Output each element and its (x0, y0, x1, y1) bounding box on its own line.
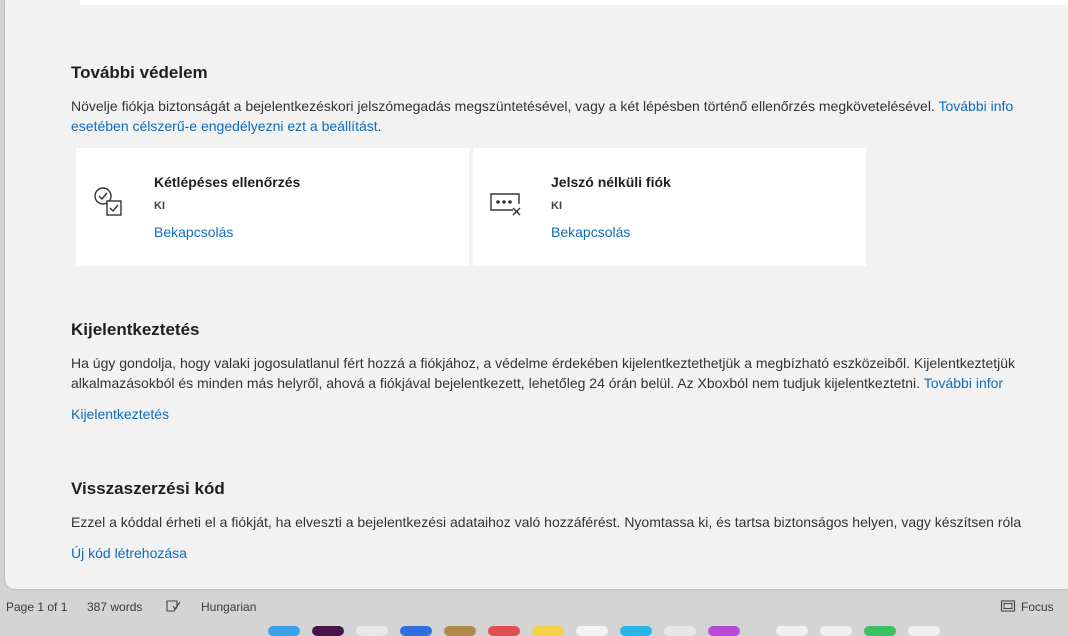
dock-app-icon[interactable] (620, 626, 652, 636)
proofing-icon[interactable] (165, 599, 181, 616)
dock-app-icon[interactable] (488, 626, 520, 636)
sign-out-link[interactable]: Kijelentkeztetés (71, 406, 169, 422)
sign-out-section: Kijelentkeztetés Ha úgy gondolja, hogy v… (71, 320, 1068, 422)
passwordless-icon (490, 193, 521, 216)
description-line-1: Ha úgy gondolja, hogy valaki jogosulatla… (71, 355, 1016, 371)
more-info-link[interactable]: További infor (924, 375, 1003, 391)
page-count[interactable]: Page 1 of 1 (6, 600, 67, 614)
dock-app-icon[interactable] (356, 626, 388, 636)
word-count[interactable]: 387 words (87, 600, 142, 614)
card-title: Kétlépéses ellenőrzés (154, 174, 301, 190)
card-status: KI (551, 200, 562, 212)
dock-app-icon[interactable] (576, 626, 608, 636)
more-info-link-cont[interactable]: esetében célszerű-e engedélyezni ezt a b… (71, 118, 378, 134)
section-title: Kijelentkeztetés (71, 320, 200, 339)
dock-app-icon[interactable] (776, 626, 808, 636)
two-step-verification-card: Kétlépéses ellenőrzés KI Bekapcsolás (76, 148, 469, 266)
previous-section-panel (80, 0, 1068, 5)
section-description: Ha úgy gondolja, hogy valaki jogosulatla… (71, 353, 1068, 393)
section-title: További védelem (71, 63, 208, 82)
language-indicator[interactable]: Hungarian (201, 600, 256, 614)
document-page: További védelem Növelje fiókja biztonság… (5, 0, 1068, 589)
passwordless-account-card: Jelszó nélküli fiók KI Bekapcsolás (473, 148, 866, 266)
generate-new-code-link[interactable]: Új kód létrehozása (71, 545, 187, 561)
dock-app-icon[interactable] (444, 626, 476, 636)
additional-protection-section: További védelem Növelje fiókja biztonság… (71, 63, 1068, 136)
section-title: Visszaszerzési kód (71, 479, 225, 498)
description-line-1: Ezzel a kóddal érheti el a fiókját, ha e… (71, 514, 1022, 530)
dock-app-icon[interactable] (532, 626, 564, 636)
two-step-verification-icon (94, 187, 122, 216)
dock-app-icon[interactable] (400, 626, 432, 636)
description-line-1: Növelje fiókja biztonságát a bejelentkez… (71, 98, 1014, 114)
section-description: Ezzel a kóddal érheti el a fiókját, ha e… (71, 512, 1068, 532)
enable-passwordless-link[interactable]: Bekapcsolás (551, 224, 630, 240)
description-line-2: esetében célszerű-e engedélyezni ezt a b… (71, 118, 382, 134)
more-info-link[interactable]: További info (938, 98, 1013, 114)
card-status: KI (154, 200, 165, 212)
dock-app-icon[interactable] (312, 626, 344, 636)
focus-mode-button[interactable]: Focus (1021, 600, 1054, 614)
dock-app-icon[interactable] (664, 626, 696, 636)
dock-app-icon[interactable] (268, 626, 300, 636)
description-line-2: alkalmazásokból és minden más helyről, a… (71, 375, 1004, 391)
dock-app-icon[interactable] (908, 626, 940, 636)
dock-app-icon[interactable] (820, 626, 852, 636)
card-title: Jelszó nélküli fiók (551, 174, 671, 190)
focus-icon[interactable] (1000, 599, 1016, 616)
dock-app-icon[interactable] (864, 626, 896, 636)
enable-two-step-link[interactable]: Bekapcsolás (154, 224, 233, 240)
dock (260, 621, 1068, 636)
dock-app-icon[interactable] (708, 626, 740, 636)
recovery-code-section: Visszaszerzési kód Ezzel a kóddal érheti… (71, 479, 1068, 561)
status-bar: Page 1 of 1 387 words Hungarian Focus (0, 597, 1068, 617)
section-description: Növelje fiókja biztonságát a bejelentkez… (71, 96, 1068, 136)
